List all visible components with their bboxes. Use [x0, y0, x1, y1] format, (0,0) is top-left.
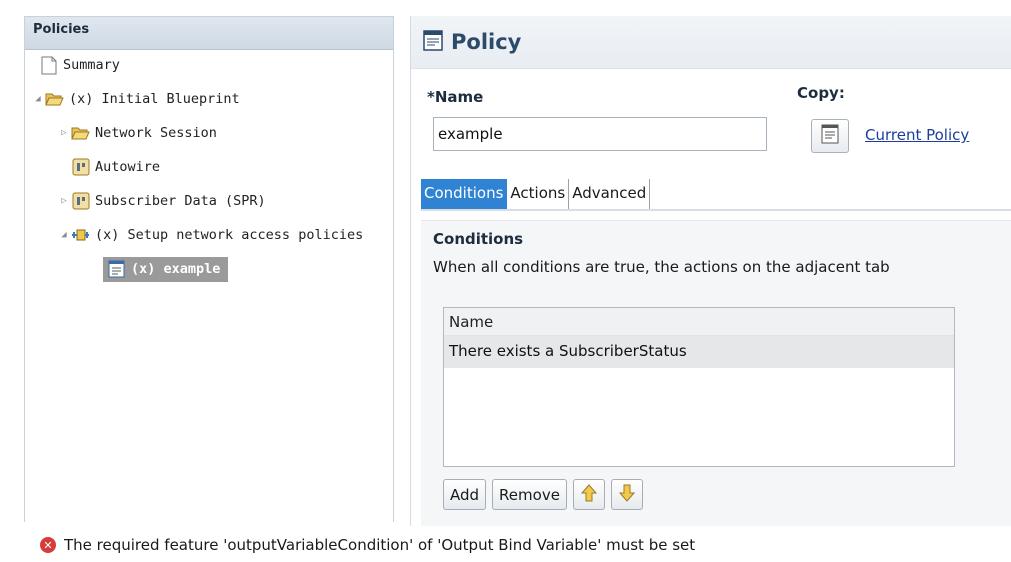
current-policy-link[interactable]: Current Policy: [865, 126, 969, 144]
tree-item-setup-network-access-policies[interactable]: ◢ (x) Setup network access policies: [59, 223, 363, 247]
tabs-divider: [421, 209, 1011, 211]
copy-policy-button[interactable]: [811, 119, 849, 153]
name-label-text: Name: [434, 88, 484, 106]
policy-title: Policy: [451, 30, 522, 54]
policy-doc-icon: [423, 29, 443, 55]
tree-item-network-session[interactable]: ▷ Network Session: [59, 121, 217, 145]
tree-item-summary[interactable]: Summary: [39, 53, 120, 77]
page-icon: [39, 56, 58, 75]
tree-item-label: Network Session: [95, 125, 217, 141]
tree-item-label: (x) Setup network access policies: [95, 227, 364, 243]
conditions-buttons: Add Remove: [443, 479, 643, 510]
required-mark: *: [427, 88, 435, 106]
tree-item-label: (x) example: [131, 261, 221, 277]
expanded-twisty-icon[interactable]: ◢: [33, 94, 43, 104]
tree-item-selection: (x) example: [103, 256, 229, 282]
conditions-table[interactable]: Name There exists a SubscriberStatus: [443, 307, 955, 467]
tree-item-label: Subscriber Data (SPR): [95, 193, 266, 209]
component-icon: [71, 158, 90, 177]
policy-header: Policy: [411, 16, 1011, 69]
policy-editor-panel: Policy *Name Copy: Current Policy Condit…: [410, 16, 1011, 526]
tree-item-example[interactable]: (x) example: [103, 253, 229, 285]
tab-actions[interactable]: Actions: [507, 179, 570, 209]
add-button[interactable]: Add: [443, 479, 487, 510]
name-input[interactable]: [433, 117, 767, 151]
folder-open-icon: [45, 90, 64, 109]
conditions-description: When all conditions are true, the action…: [433, 258, 890, 276]
error-message: The required feature 'outputVariableCond…: [64, 536, 696, 554]
tree-panel-header: Policies: [25, 17, 393, 50]
tree-item-subscriber-data[interactable]: ▷ Subscriber Data (SPR): [59, 189, 266, 213]
tab-conditions[interactable]: Conditions: [421, 179, 508, 209]
tree-item-autowire[interactable]: Autowire: [71, 155, 160, 179]
tab-advanced[interactable]: Advanced: [569, 179, 651, 209]
tree-item-label: (x) Initial Blueprint: [69, 91, 240, 107]
copy-label: Copy:: [797, 84, 845, 102]
error-icon: ✕: [40, 537, 56, 553]
remove-button[interactable]: Remove: [492, 479, 567, 510]
policy-group-icon: [71, 226, 90, 245]
folder-open-icon: [71, 124, 90, 143]
tree-item-initial-blueprint[interactable]: ◢ (x) Initial Blueprint: [33, 87, 240, 111]
tree-item-label: Autowire: [95, 159, 161, 175]
component-icon: [71, 192, 90, 211]
move-down-button[interactable]: [610, 479, 643, 510]
conditions-column-header: Name: [444, 308, 954, 336]
collapsed-twisty-icon[interactable]: ▷: [59, 128, 69, 138]
error-status-bar: ✕ The required feature 'outputVariableCo…: [40, 536, 695, 554]
move-up-button[interactable]: [572, 479, 605, 510]
expanded-twisty-icon[interactable]: ◢: [59, 230, 69, 240]
policy-doc-icon: [107, 260, 126, 279]
up-arrow-icon: [580, 483, 598, 506]
tree-item-label: Summary: [63, 57, 120, 73]
conditions-title: Conditions: [433, 230, 524, 248]
down-arrow-icon: [618, 484, 636, 506]
collapsed-twisty-icon[interactable]: ▷: [59, 196, 69, 206]
name-label: *Name: [427, 88, 483, 106]
table-row[interactable]: There exists a SubscriberStatus: [444, 336, 954, 368]
policies-tree-panel: Policies Summary ◢ (x) Initial Blueprint…: [24, 16, 394, 522]
conditions-section: Conditions When all conditions are true,…: [421, 220, 1011, 526]
policy-doc-icon: [821, 124, 839, 148]
policy-tabs: Conditions Actions Advanced: [421, 179, 651, 209]
